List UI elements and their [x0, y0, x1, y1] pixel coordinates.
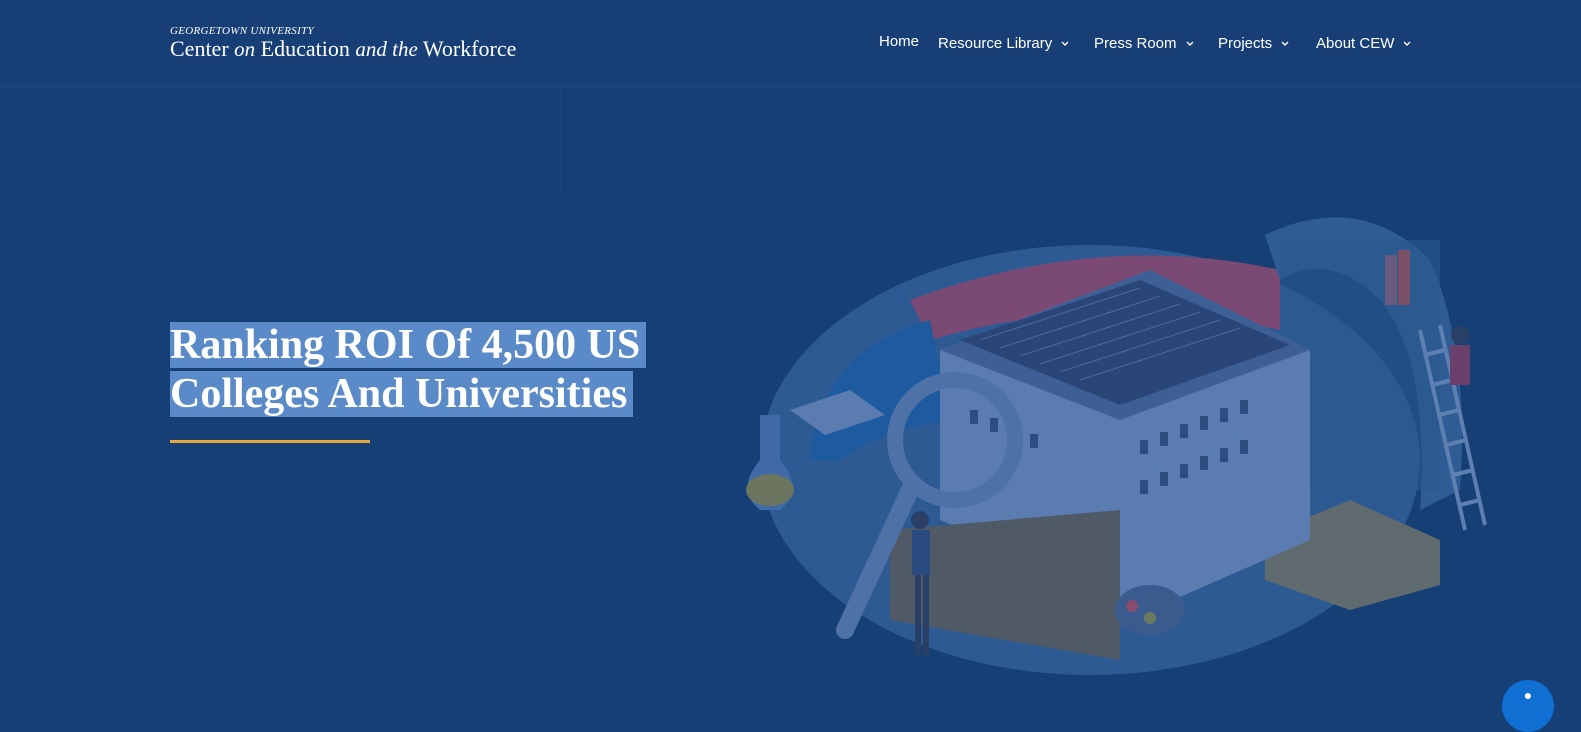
title-underline: [170, 440, 370, 443]
nav-item-home[interactable]: Home: [879, 32, 919, 52]
chevron-down-icon: [1061, 32, 1069, 52]
nav-item-about-cew[interactable]: About CEW: [1316, 32, 1411, 54]
nav-label: About CEW: [1316, 35, 1395, 52]
hero-title-line-1: Ranking ROI Of 4,500 US: [170, 322, 647, 368]
site-header: GEORGETOWN UNIVERSITY Center on Educatio…: [0, 0, 1581, 87]
palette: [1115, 585, 1185, 635]
nav-item-projects[interactable]: Projects: [1218, 32, 1289, 54]
nav-label: Press Room: [1094, 35, 1177, 52]
main-nav: Home Resource Library Press Room Project…: [0, 32, 1581, 54]
hero-divider: [560, 86, 561, 196]
chevron-down-icon: [1403, 32, 1411, 52]
nav-label: Resource Library: [938, 35, 1053, 52]
nav-label: Projects: [1218, 35, 1273, 52]
hero-title: Ranking ROI Of 4,500 US Colleges And Uni…: [170, 321, 690, 419]
university-building-illustration: [746, 217, 1487, 675]
nav-item-press-room[interactable]: Press Room: [1094, 32, 1194, 54]
chevron-down-icon: [1186, 32, 1194, 52]
nav-item-resource-library[interactable]: Resource Library: [938, 32, 1069, 54]
nav-label: Home: [879, 33, 920, 50]
hero-title-line-2: Colleges And Universities: [170, 371, 634, 417]
chevron-down-icon: [1281, 32, 1289, 52]
chat-button[interactable]: ●: [1502, 680, 1554, 732]
